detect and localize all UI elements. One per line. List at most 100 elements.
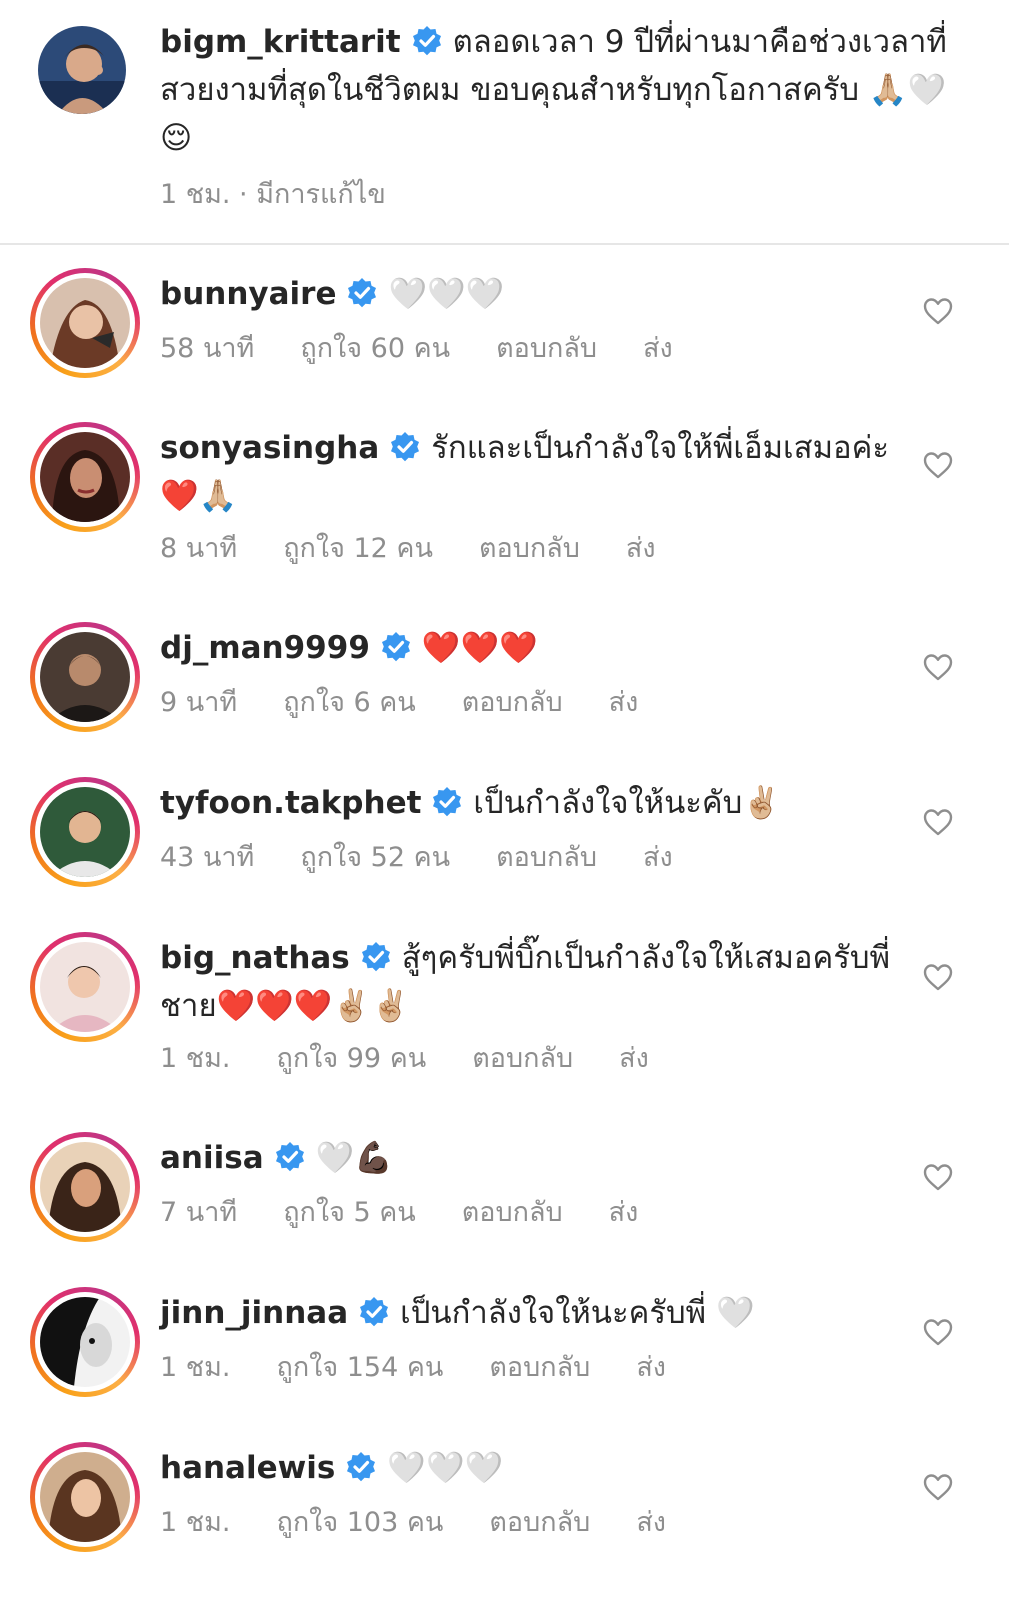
like-heart-icon[interactable]	[922, 450, 954, 480]
verified-badge-icon	[358, 1296, 390, 1328]
like-heart-icon[interactable]	[922, 1162, 954, 1192]
verified-badge-icon	[274, 1141, 306, 1173]
send-button[interactable]: ส่ง	[626, 526, 656, 569]
comment-text-line: tyfoon.takphet เป็นกำลังใจให้นะคับ✌🏼	[160, 779, 900, 827]
comment-time: 8 นาที	[160, 533, 238, 564]
verified-badge-icon	[380, 631, 412, 663]
verified-badge-icon	[411, 25, 443, 57]
verified-badge-icon	[389, 431, 421, 463]
post-caption: bigm_krittarit ตลอดเวลา 9 ปีที่ผ่านมาคือช…	[0, 0, 1009, 244]
comment-username[interactable]: hanalewis	[160, 1450, 335, 1486]
comment-username[interactable]: aniisa	[160, 1140, 264, 1176]
reply-button[interactable]: ตอบกลับ	[472, 1036, 573, 1079]
send-button[interactable]: ส่ง	[643, 326, 673, 369]
comment-body: เป็นกำลังใจให้นะคับ✌🏼	[473, 785, 781, 821]
comment-username[interactable]: tyfoon.takphet	[160, 785, 421, 821]
comment-likes[interactable]: ถูกใจ 60 คน	[300, 326, 450, 369]
comment-likes[interactable]: ถูกใจ 154 คน	[276, 1345, 443, 1388]
verified-badge-icon	[431, 786, 463, 818]
verified-badge-icon	[345, 1451, 377, 1483]
avatar	[40, 632, 130, 722]
comment-likes[interactable]: ถูกใจ 99 คน	[276, 1036, 426, 1079]
comment-username[interactable]: sonyasingha	[160, 430, 379, 466]
avatar-story-ring[interactable]	[30, 1287, 140, 1397]
comment-meta: 1 ชม. ถูกใจ 99 คน ตอบกลับ ส่ง	[160, 1036, 695, 1079]
reply-button[interactable]: ตอบกลับ	[479, 526, 580, 569]
comment-username[interactable]: jinn_jinnaa	[160, 1295, 348, 1331]
comment-time: 1 ชม.	[160, 1352, 231, 1383]
send-button[interactable]: ส่ง	[636, 1500, 666, 1543]
comment-meta: 8 นาที ถูกใจ 12 คน ตอบกลับ ส่ง	[160, 526, 702, 569]
comment-likes[interactable]: ถูกใจ 5 คน	[283, 1190, 416, 1233]
send-button[interactable]: ส่ง	[609, 680, 639, 723]
caption-meta: 1 ชม. · มีการแก้ไข	[160, 179, 386, 210]
like-heart-icon[interactable]	[922, 1317, 954, 1347]
avatar	[40, 942, 130, 1032]
avatar-story-ring[interactable]	[30, 932, 140, 1042]
post-username[interactable]: bigm_krittarit	[160, 24, 401, 60]
like-heart-icon[interactable]	[922, 652, 954, 682]
comment-likes[interactable]: ถูกใจ 103 คน	[276, 1500, 443, 1543]
avatar	[40, 1297, 130, 1387]
post-author-avatar[interactable]	[38, 26, 126, 114]
avatar-story-ring[interactable]	[30, 422, 140, 532]
comment-time: 58 นาที	[160, 333, 255, 364]
comment-time: 1 ชม.	[160, 1043, 231, 1074]
avatar-story-ring[interactable]	[30, 1442, 140, 1552]
divider	[0, 243, 1009, 245]
comment-username[interactable]: big_nathas	[160, 940, 350, 976]
comment-time: 1 ชม.	[160, 1507, 231, 1538]
comment-text-line: dj_man9999 ❤️❤️❤️	[160, 624, 900, 672]
comment-body: 🤍💪🏿	[315, 1140, 393, 1176]
send-button[interactable]: ส่ง	[636, 1345, 666, 1388]
reply-button[interactable]: ตอบกลับ	[496, 835, 597, 878]
reply-button[interactable]: ตอบกลับ	[489, 1500, 590, 1543]
comment-time: 43 นาที	[160, 842, 255, 873]
avatar-story-ring[interactable]	[30, 268, 140, 378]
comment-body: ❤️❤️❤️	[421, 630, 538, 666]
like-heart-icon[interactable]	[922, 296, 954, 326]
comment-body: เป็นกำลังใจให้นะครับพี่ 🤍	[400, 1295, 755, 1331]
comment-meta: 1 ชม. ถูกใจ 103 คน ตอบกลับ ส่ง	[160, 1500, 712, 1543]
comment-meta: 58 นาที ถูกใจ 60 คน ตอบกลับ ส่ง	[160, 326, 719, 369]
reply-button[interactable]: ตอบกลับ	[462, 680, 563, 723]
like-heart-icon[interactable]	[922, 1472, 954, 1502]
send-button[interactable]: ส่ง	[619, 1036, 649, 1079]
avatar	[40, 432, 130, 522]
avatar	[40, 787, 130, 877]
comment-text-line: sonyasingha รักและเป็นกำลังใจให้พี่เอ็มเส…	[160, 424, 900, 520]
comment-body: 🤍🤍🤍	[388, 276, 505, 312]
like-heart-icon[interactable]	[922, 962, 954, 992]
avatar-story-ring[interactable]	[30, 777, 140, 887]
reply-button[interactable]: ตอบกลับ	[496, 326, 597, 369]
verified-badge-icon	[346, 277, 378, 309]
comment-likes[interactable]: ถูกใจ 52 คน	[300, 835, 450, 878]
comment-time: 7 นาที	[160, 1197, 238, 1228]
send-button[interactable]: ส่ง	[609, 1190, 639, 1233]
comment-meta: 1 ชม. ถูกใจ 154 คน ตอบกลับ ส่ง	[160, 1345, 712, 1388]
reply-button[interactable]: ตอบกลับ	[462, 1190, 563, 1233]
comment-meta: 43 นาที ถูกใจ 52 คน ตอบกลับ ส่ง	[160, 835, 719, 878]
reply-button[interactable]: ตอบกลับ	[489, 1345, 590, 1388]
comment-text-line: bunnyaire 🤍🤍🤍	[160, 270, 900, 318]
send-button[interactable]: ส่ง	[643, 835, 673, 878]
avatar-story-ring[interactable]	[30, 1132, 140, 1242]
comment-meta: 9 นาที ถูกใจ 6 คน ตอบกลับ ส่ง	[160, 680, 684, 723]
comment-username[interactable]: bunnyaire	[160, 276, 336, 312]
avatar	[40, 1142, 130, 1232]
comment-body: 🤍🤍🤍	[387, 1450, 504, 1486]
comment-text-line: jinn_jinnaa เป็นกำลังใจให้นะครับพี่ 🤍	[160, 1289, 900, 1337]
comment-likes[interactable]: ถูกใจ 6 คน	[283, 680, 416, 723]
avatar	[40, 278, 130, 368]
comment-meta: 7 นาที ถูกใจ 5 คน ตอบกลับ ส่ง	[160, 1190, 684, 1233]
comment-text-line: hanalewis 🤍🤍🤍	[160, 1444, 900, 1492]
like-heart-icon[interactable]	[922, 807, 954, 837]
avatar-story-ring[interactable]	[30, 622, 140, 732]
comment-text-line: big_nathas สู้ๆครับพี่บิ๊กเป็นกำลังใจให้เ…	[160, 934, 900, 1030]
avatar	[40, 1452, 130, 1542]
comment-time: 9 นาที	[160, 687, 238, 718]
comment-text-line: aniisa 🤍💪🏿	[160, 1134, 900, 1182]
verified-badge-icon	[360, 941, 392, 973]
comment-likes[interactable]: ถูกใจ 12 คน	[283, 526, 433, 569]
comment-username[interactable]: dj_man9999	[160, 630, 370, 666]
